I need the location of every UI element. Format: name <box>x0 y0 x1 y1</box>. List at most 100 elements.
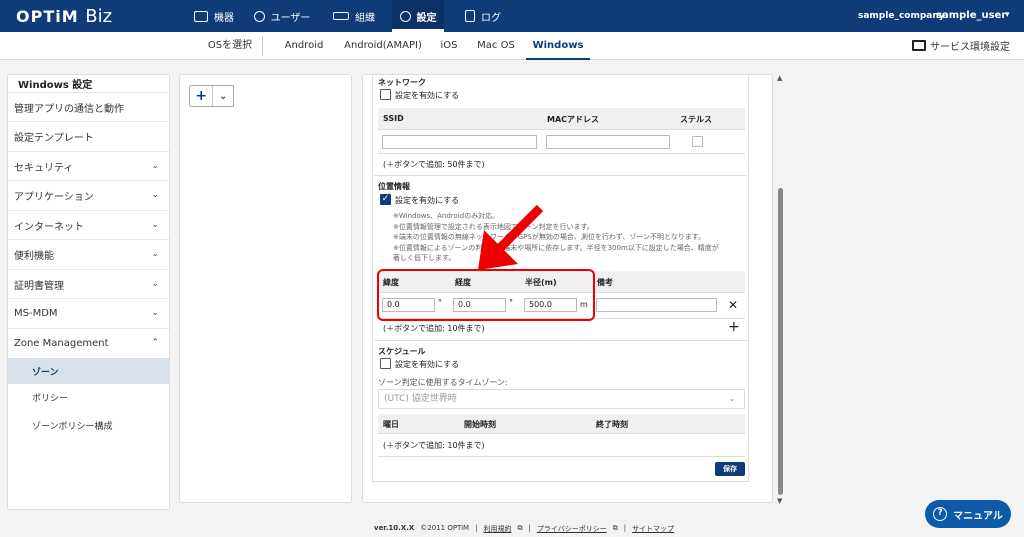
gear-icon <box>399 10 411 22</box>
sidebar-item-label: インターネット <box>14 221 84 233</box>
user-icon <box>253 10 265 22</box>
scroll-up-icon[interactable]: ▲ <box>777 74 782 82</box>
tab-android[interactable]: Android <box>278 32 330 60</box>
manual-button[interactable]: ? マニュアル <box>925 500 1011 528</box>
organization-icon <box>333 12 349 20</box>
sidebar-item-label: Zone Management <box>14 337 109 349</box>
sidebar-item-label: セキュリティ <box>14 162 74 174</box>
plus-icon[interactable]: + <box>728 319 740 335</box>
sidebar-item-label: 設定テンプレート <box>14 132 94 144</box>
nav-label: ログ <box>481 12 501 24</box>
schedule-table-header <box>378 414 745 434</box>
zone-list-panel <box>179 74 352 503</box>
location-enable-label: 設定を有効にする <box>395 196 460 205</box>
location-add-hint: (＋ボタンで追加: 10件まで) <box>383 324 485 333</box>
external-link-icon: ⧉ <box>612 524 618 532</box>
location-section-title: 位置情報 <box>378 182 410 191</box>
nav-organization[interactable]: 組織 <box>330 0 378 32</box>
tab-windows[interactable]: Windows <box>526 32 590 60</box>
sidebar-item-label: 便利機能 <box>14 250 54 262</box>
sidebar-subitem-policy[interactable]: ポリシー <box>8 384 169 410</box>
save-button[interactable]: 保存 <box>715 462 745 476</box>
env-settings-label: サービス環境設定 <box>930 42 1010 53</box>
sidebar-subitem-zone-policy-config[interactable]: ゾーンポリシー構成 <box>8 412 169 438</box>
column-day: 曜日 <box>383 420 399 429</box>
divider <box>374 340 747 341</box>
sidebar-item-app-communication[interactable]: 管理アプリの通信と動作 <box>8 92 169 121</box>
timezone-select[interactable]: (UTC) 協定世界時 ⌄ <box>378 389 745 409</box>
monitor-icon <box>912 40 926 51</box>
nav-label: 設定 <box>416 12 437 24</box>
chevron-down-icon: ⌄ <box>728 394 736 404</box>
sidebar-item-zone-management[interactable]: Zone Management ⌃ <box>8 328 169 357</box>
nav-devices[interactable]: 機器 <box>190 0 238 32</box>
tab-macos[interactable]: Mac OS <box>472 32 520 60</box>
chevron-down-icon: ⌄ <box>151 308 159 318</box>
network-enable-label: 設定を有効にする <box>395 91 460 100</box>
schedule-enable-checkbox[interactable] <box>380 358 391 369</box>
network-enable-checkbox[interactable] <box>380 89 391 100</box>
service-environment-settings-button[interactable]: サービス環境設定 <box>912 38 1010 53</box>
mac-address-input[interactable] <box>546 135 670 149</box>
nav-label: ユーザー <box>270 12 311 24</box>
sitemap-link[interactable]: サイトマップ <box>632 524 674 534</box>
divider: | <box>475 524 478 532</box>
sidebar-title: Windows 設定 <box>18 80 93 91</box>
scrollbar-thumb[interactable] <box>778 188 783 495</box>
location-notes: ※Windows、Androidのみ対応。 ※位置情報管理で設定される表示地図で… <box>393 211 753 264</box>
os-select-label: OSを選択 <box>207 40 253 51</box>
nav-label: 機器 <box>214 12 234 24</box>
chevron-down-icon: ⌄ <box>151 279 159 289</box>
sidebar-subitem-zone[interactable]: ゾーン <box>8 358 169 384</box>
chevron-down-icon: ⌄ <box>151 190 159 200</box>
sidebar-item-certificates[interactable]: 証明書管理 ⌄ <box>8 269 169 298</box>
chevron-down-icon: ⌄ <box>151 249 159 259</box>
sidebar-item-application[interactable]: アプリケーション ⌄ <box>8 180 169 209</box>
version-text: ver.10.X.X <box>374 524 415 532</box>
close-icon[interactable]: ✕ <box>728 298 738 312</box>
privacy-policy-link[interactable]: プライバシーポリシー <box>537 524 607 534</box>
nav-settings[interactable]: 設定 <box>392 0 444 32</box>
chevron-down-icon[interactable]: ⌄ <box>213 86 233 106</box>
divider <box>378 456 745 457</box>
location-enable-checkbox[interactable]: ✓ <box>380 194 391 205</box>
nav-log[interactable]: ログ <box>462 0 504 32</box>
chevron-down-icon: ⌄ <box>151 161 159 171</box>
sidebar-item-convenience[interactable]: 便利機能 ⌄ <box>8 239 169 268</box>
stealth-checkbox[interactable] <box>692 136 703 147</box>
plus-icon[interactable]: + <box>190 86 214 106</box>
divider <box>374 175 747 176</box>
user-menu[interactable]: sample_user <box>936 10 1006 21</box>
schedule-add-hint: (＋ボタンで追加: 10件まで) <box>383 441 485 450</box>
sidebar-item-label: MS-MDM <box>14 307 58 319</box>
tab-ios[interactable]: iOS <box>434 32 464 60</box>
divider: | <box>528 524 531 532</box>
add-zone-button[interactable]: + ⌄ <box>189 85 234 107</box>
sidebar-item-label: 証明書管理 <box>14 280 64 292</box>
log-icon <box>465 10 475 22</box>
note-line: ※端末の位置情報の無線ネットワーク・GPSが無効の場合、測位を行わず、ゾーン不明… <box>393 233 706 241</box>
schedule-section-title: スケジュール <box>378 347 426 356</box>
divider <box>378 153 745 154</box>
note-input[interactable] <box>596 298 717 312</box>
column-ssid: SSID <box>383 114 404 123</box>
copyright-text: ©2011 OPTiM <box>420 524 470 532</box>
sidebar-item-template[interactable]: 設定テンプレート <box>8 121 169 150</box>
ssid-input[interactable] <box>382 135 537 149</box>
tab-android-amapi[interactable]: Android(AMAPI) <box>338 32 428 60</box>
terms-link[interactable]: 利用規約 <box>483 524 511 534</box>
question-icon: ? <box>933 507 948 521</box>
schedule-enable-label: 設定を有効にする <box>395 360 460 369</box>
sidebar-item-internet[interactable]: インターネット ⌄ <box>8 210 169 239</box>
chevron-up-icon: ⌃ <box>151 338 159 348</box>
timezone-value: (UTC) 協定世界時 <box>384 394 457 404</box>
scroll-down-icon[interactable]: ▼ <box>777 497 782 505</box>
nav-users[interactable]: ユーザー <box>252 0 312 32</box>
optim-biz-logo[interactable]: OPTiM Biz <box>16 6 112 27</box>
sidebar-item-security[interactable]: セキュリティ ⌄ <box>8 151 169 180</box>
note-line: 著しく低下します。 <box>393 254 456 262</box>
note-line: ※位置情報管理で設定される表示地図でゾーン判定を行います。 <box>393 222 594 231</box>
sidebar-item-ms-mdm[interactable]: MS-MDM ⌄ <box>8 298 169 327</box>
network-add-hint: (＋ボタンで追加: 50件まで) <box>383 160 485 169</box>
chevron-down-icon[interactable]: ▾ <box>1005 10 1010 20</box>
